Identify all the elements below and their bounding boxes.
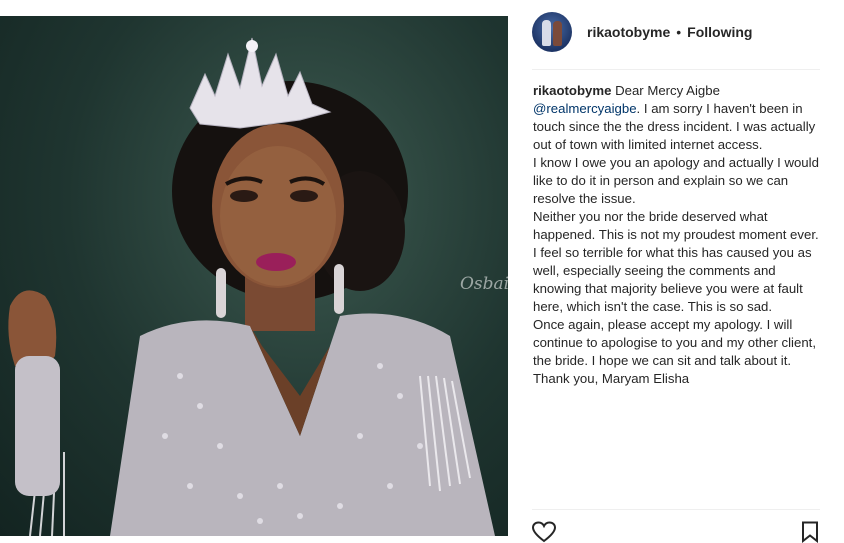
caption-paragraph-4: Once again, please accept my apology. I … [533, 317, 816, 368]
caption-paragraph-2: I know I owe you an apology and actually… [533, 155, 819, 206]
header-divider [532, 69, 820, 70]
post-photo-illustration [8, 37, 495, 536]
bookmark-outline-icon[interactable] [801, 521, 819, 543]
post-side-panel: rikaotobyme • Following rikaotobyme Dear… [508, 0, 844, 543]
photo-watermark: Osbait [460, 274, 508, 294]
following-button[interactable]: Following [687, 24, 752, 40]
heart-outline-icon[interactable] [532, 521, 556, 543]
post-caption: rikaotobyme Dear Mercy Aigbe @realmercya… [533, 82, 823, 388]
mention-link[interactable]: @realmercyaigbe [533, 101, 637, 116]
post-header: rikaotobyme • Following [532, 10, 752, 54]
actions-divider [532, 509, 820, 510]
header-separator: • [676, 24, 682, 40]
post-photo[interactable]: Osbait [0, 16, 508, 536]
caption-paragraph-3: Neither you nor the bride deserved what … [533, 209, 819, 314]
avatar[interactable] [532, 12, 572, 52]
caption-intro: Dear Mercy Aigbe [615, 83, 720, 98]
header-username-link[interactable]: rikaotobyme [587, 24, 670, 40]
caption-paragraph-5: Thank you, Maryam Elisha [533, 371, 690, 386]
caption-username-link[interactable]: rikaotobyme [533, 83, 611, 98]
